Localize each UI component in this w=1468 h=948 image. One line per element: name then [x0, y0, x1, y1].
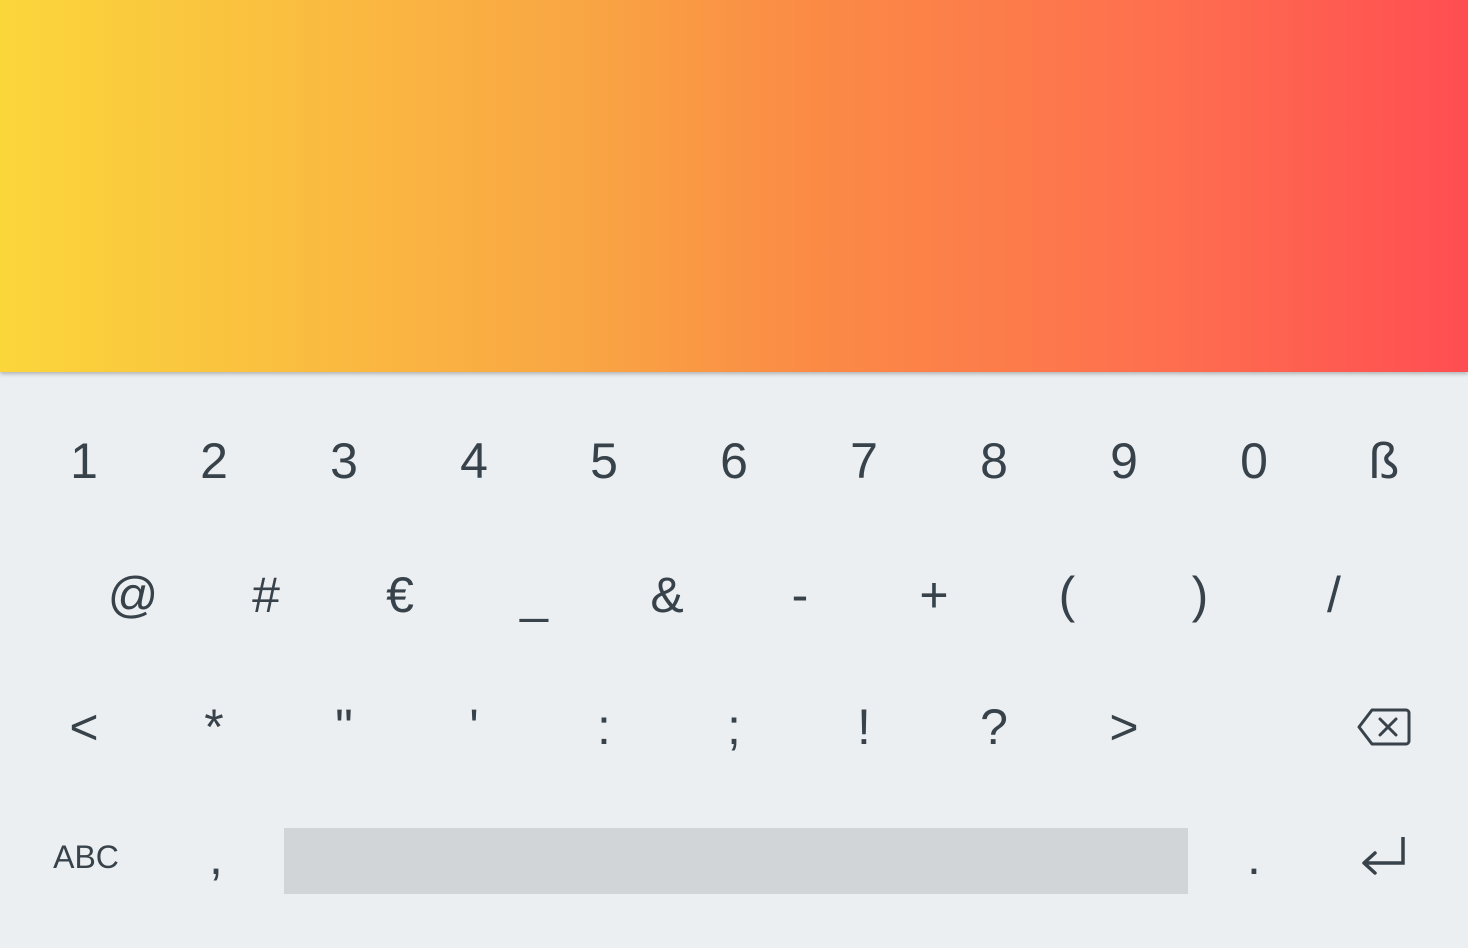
- key-backspace[interactable]: [1324, 672, 1444, 782]
- key-eszett[interactable]: ß: [1324, 406, 1444, 516]
- key-question[interactable]: ?: [934, 672, 1054, 782]
- key-7[interactable]: 7: [804, 406, 924, 516]
- key-less-than[interactable]: <: [24, 672, 144, 782]
- key-enter[interactable]: [1324, 802, 1444, 912]
- key-exclamation[interactable]: !: [804, 672, 924, 782]
- key-9[interactable]: 9: [1064, 406, 1184, 516]
- key-close-paren[interactable]: ): [1140, 540, 1260, 650]
- key-abc-switch[interactable]: ABC: [26, 802, 146, 912]
- keyboard-row-symbols-2: < * " ' : ; ! ? >: [0, 672, 1468, 792]
- key-period[interactable]: .: [1194, 802, 1314, 912]
- key-1[interactable]: 1: [24, 406, 144, 516]
- symbol-keyboard: 1 2 3 4 5 6 7 8 9 0 ß @ # € _ & - + ( ) …: [0, 374, 1468, 948]
- key-colon[interactable]: :: [544, 672, 664, 782]
- key-space[interactable]: [284, 828, 1188, 894]
- key-0[interactable]: 0: [1194, 406, 1314, 516]
- key-hash[interactable]: #: [206, 540, 326, 650]
- key-greater-than[interactable]: >: [1064, 672, 1184, 782]
- key-comma[interactable]: ,: [156, 802, 276, 912]
- key-5[interactable]: 5: [544, 406, 664, 516]
- enter-icon: [1359, 833, 1409, 881]
- key-2[interactable]: 2: [154, 406, 274, 516]
- gradient-header: [0, 0, 1468, 372]
- keyboard-row-numbers: 1 2 3 4 5 6 7 8 9 0 ß: [0, 406, 1468, 526]
- key-ampersand[interactable]: &: [607, 540, 727, 650]
- key-6[interactable]: 6: [674, 406, 794, 516]
- key-asterisk[interactable]: *: [154, 672, 274, 782]
- key-euro[interactable]: €: [340, 540, 460, 650]
- key-3[interactable]: 3: [284, 406, 404, 516]
- key-semicolon[interactable]: ;: [674, 672, 794, 782]
- key-plus[interactable]: +: [874, 540, 994, 650]
- key-minus[interactable]: -: [740, 540, 860, 650]
- key-underscore[interactable]: _: [474, 540, 594, 650]
- keyboard-row-symbols-1: @ # € _ & - + ( ) /: [0, 540, 1468, 660]
- key-open-paren[interactable]: (: [1007, 540, 1127, 650]
- key-single-quote[interactable]: ': [414, 672, 534, 782]
- key-4[interactable]: 4: [414, 406, 534, 516]
- key-at[interactable]: @: [73, 540, 193, 650]
- key-slash[interactable]: /: [1274, 540, 1394, 650]
- backspace-icon: [1356, 707, 1412, 747]
- key-double-quote[interactable]: ": [284, 672, 404, 782]
- key-8[interactable]: 8: [934, 406, 1054, 516]
